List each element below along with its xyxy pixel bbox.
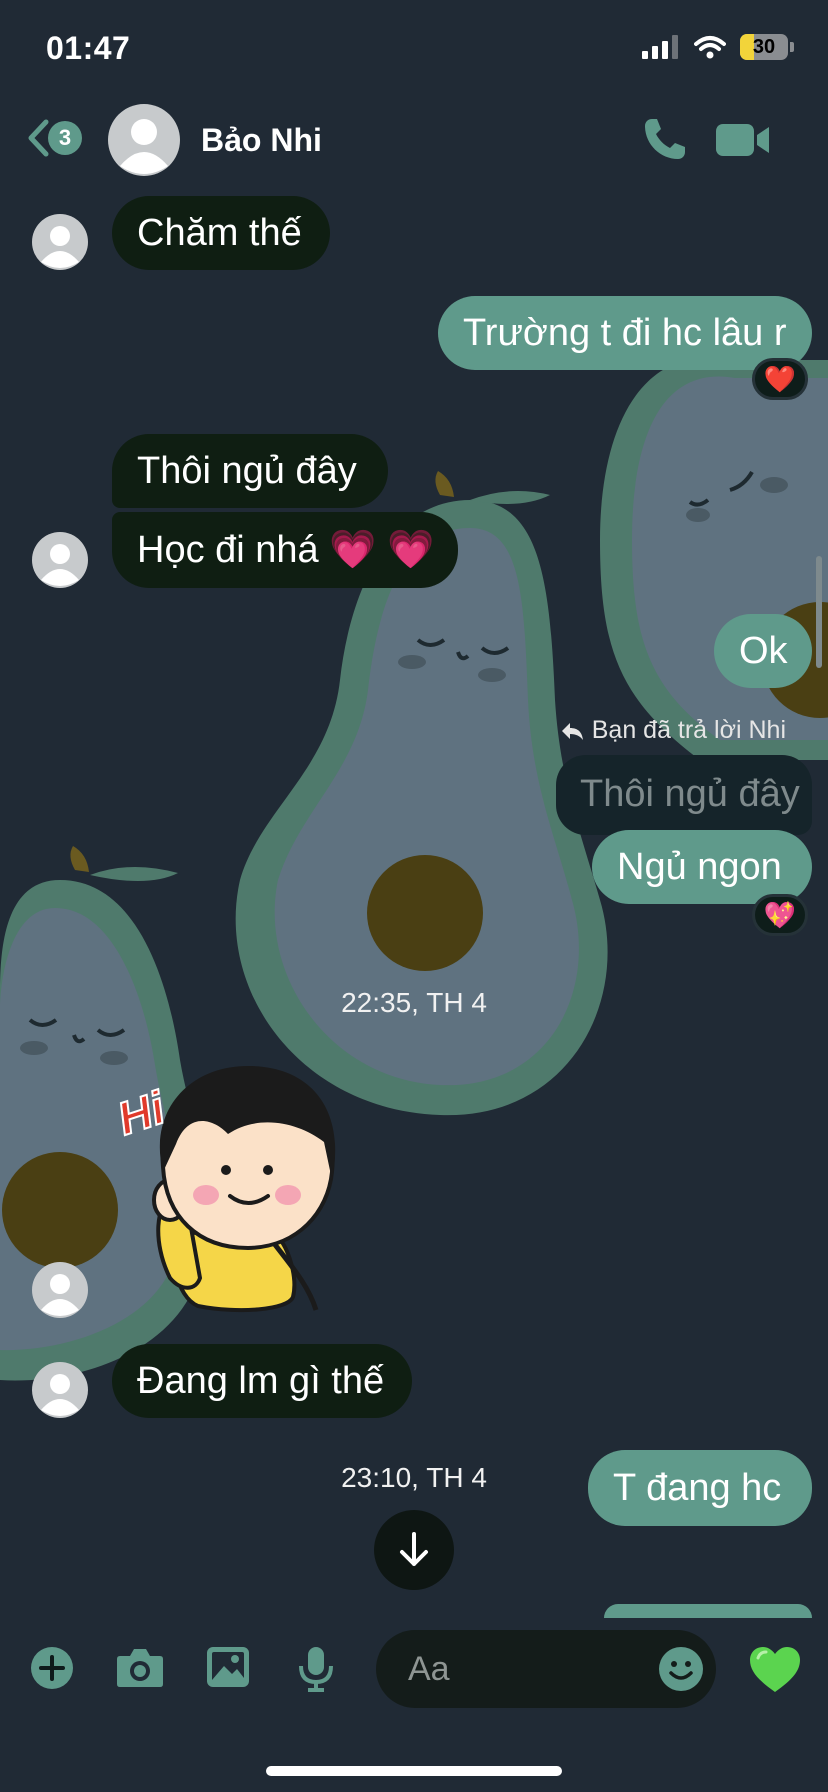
- status-time: 01:47: [46, 30, 131, 66]
- reply-quote[interactable]: Thôi ngủ đây: [556, 755, 812, 835]
- arrow-down-icon: [400, 1532, 428, 1566]
- plus-circle-icon[interactable]: [30, 1646, 74, 1690]
- reaction-sparkling-heart[interactable]: 💖: [752, 894, 808, 936]
- reply-arrow-icon: [561, 722, 583, 740]
- wifi-icon: [694, 36, 726, 59]
- sender-avatar[interactable]: [32, 1362, 88, 1418]
- reaction-heart[interactable]: ❤️: [752, 358, 808, 400]
- message-outgoing[interactable]: Ok: [714, 614, 812, 688]
- scroll-to-bottom-button[interactable]: [374, 1510, 454, 1590]
- scrollbar[interactable]: [816, 556, 822, 668]
- message-incoming[interactable]: Chăm thế: [112, 196, 330, 270]
- unread-count-badge: 3: [48, 121, 82, 155]
- reply-label-text: Bạn đã trả lời Nhi: [591, 716, 786, 744]
- home-indicator[interactable]: [266, 1766, 562, 1776]
- message-input[interactable]: [408, 1649, 638, 1689]
- phone-icon[interactable]: [642, 116, 688, 162]
- like-heart-button[interactable]: [748, 1646, 802, 1694]
- message-input-field[interactable]: [376, 1630, 716, 1708]
- contact-name[interactable]: Bảo Nhi: [201, 122, 322, 159]
- message-outgoing[interactable]: Trường t đi hc lâu r: [438, 296, 812, 370]
- sender-avatar[interactable]: [32, 214, 88, 270]
- timestamp: 22:35, TH 4: [341, 987, 487, 1018]
- battery-percent: 30: [752, 35, 776, 58]
- smiley-icon[interactable]: [658, 1646, 704, 1692]
- message-outgoing[interactable]: Ngủ ngon: [592, 830, 812, 904]
- camera-icon[interactable]: [116, 1646, 164, 1688]
- video-camera-icon[interactable]: [716, 122, 770, 158]
- message-incoming[interactable]: Học đi nhá 💗 💗: [112, 512, 458, 588]
- message-incoming[interactable]: Thôi ngủ đây: [112, 434, 388, 508]
- cellular-signal-icon: [642, 35, 678, 59]
- contact-avatar[interactable]: [108, 104, 180, 176]
- battery-indicator: 30: [740, 34, 788, 60]
- message-outgoing-partial: [604, 1604, 812, 1618]
- back-button[interactable]: 3: [26, 118, 82, 158]
- microphone-icon[interactable]: [298, 1646, 334, 1692]
- sender-avatar[interactable]: [32, 1262, 88, 1318]
- sender-avatar[interactable]: [32, 532, 88, 588]
- battery-tip: [790, 42, 794, 52]
- reply-indicator: Bạn đã trả lời Nhi: [560, 716, 786, 745]
- message-outgoing[interactable]: T đang hc: [588, 1450, 812, 1526]
- status-indicators: 30: [642, 34, 794, 60]
- image-icon[interactable]: [206, 1646, 250, 1688]
- message-incoming[interactable]: Đang lm gì thế: [112, 1344, 412, 1418]
